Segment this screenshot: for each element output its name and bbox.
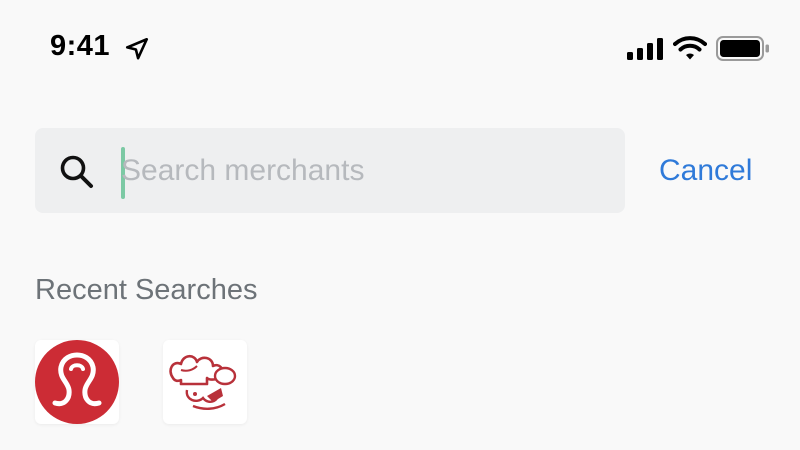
- search-input[interactable]: [121, 128, 601, 213]
- recent-searches-heading: Recent Searches: [35, 274, 258, 306]
- recent-merchant-chef[interactable]: [163, 340, 247, 424]
- search-field[interactable]: [35, 128, 625, 213]
- recent-merchant-lululemon[interactable]: [35, 340, 119, 424]
- status-time: 9:41: [50, 30, 111, 62]
- search-icon: [60, 155, 93, 188]
- cancel-button[interactable]: Cancel: [659, 148, 752, 194]
- wifi-icon: [673, 36, 707, 60]
- search-screen: 9:41 Cancel Recent Searches: [0, 0, 800, 450]
- lululemon-logo-icon: [35, 340, 119, 424]
- location-arrow-icon: [125, 37, 149, 60]
- chef-logo-icon: [169, 354, 237, 410]
- cellular-signal-icon: [627, 38, 663, 60]
- status-bar: 9:41: [0, 0, 800, 100]
- battery-icon: [716, 36, 769, 61]
